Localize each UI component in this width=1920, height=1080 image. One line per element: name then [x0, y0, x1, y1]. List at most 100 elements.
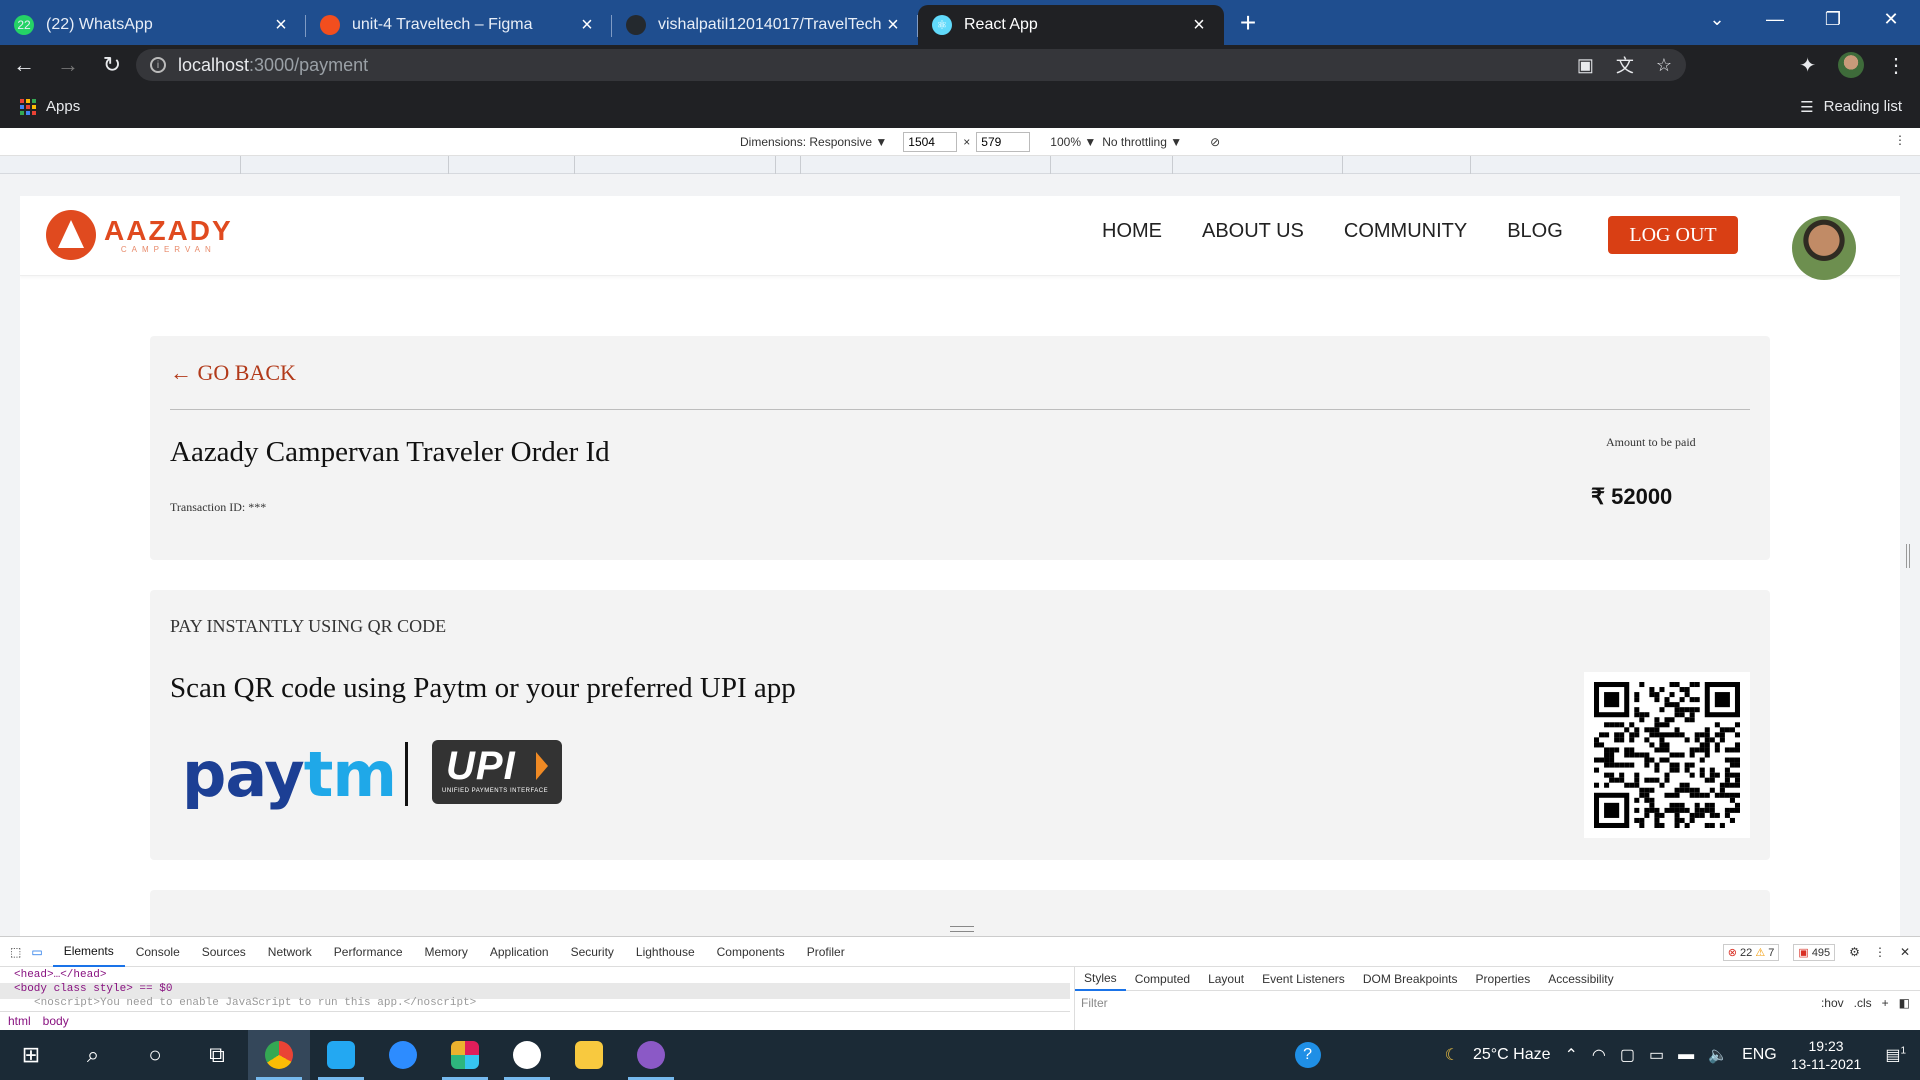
cls-toggle[interactable]: .cls — [1854, 996, 1872, 1010]
help-icon[interactable]: ? — [1294, 1042, 1321, 1068]
styles-subtab-layout[interactable]: Layout — [1199, 967, 1253, 991]
back-icon[interactable]: ← — [4, 45, 44, 85]
device-toggle-icon[interactable]: ▭ — [31, 945, 42, 959]
weather-icon[interactable]: ☾ — [1445, 1045, 1459, 1065]
clock[interactable]: 19:23 13-11-2021 — [1791, 1037, 1862, 1073]
extensions-icon[interactable]: ✦ — [1799, 53, 1816, 78]
file-explorer-taskbar-icon[interactable] — [558, 1030, 620, 1080]
styles-subtab-dom-breakpoints[interactable]: DOM Breakpoints — [1354, 967, 1467, 991]
browser-tab[interactable]: 22 (22) WhatsApp × — [0, 5, 306, 45]
devtools-tab-application[interactable]: Application — [479, 937, 560, 967]
apps-bookmark[interactable]: Apps — [46, 98, 80, 115]
error-warning-badge[interactable]: ⊗ 22 ⚠ 7 — [1722, 943, 1780, 961]
weather-text[interactable]: 25°C Haze — [1473, 1046, 1551, 1064]
github-desktop-taskbar-icon[interactable] — [620, 1030, 682, 1080]
search-icon[interactable]: ⌕ — [62, 1030, 124, 1080]
devtools-tab-memory[interactable]: Memory — [414, 937, 479, 967]
zoom-taskbar-icon[interactable] — [372, 1030, 434, 1080]
minimize-icon[interactable]: — — [1746, 0, 1804, 38]
go-back-link[interactable]: ← GO BACK — [170, 360, 296, 386]
slack-taskbar-icon[interactable] — [434, 1030, 496, 1080]
filter-input[interactable]: Filter — [1081, 996, 1108, 1010]
styles-subtab-styles[interactable]: Styles — [1075, 967, 1126, 991]
devtools-tab-elements[interactable]: Elements — [52, 937, 125, 967]
bookmark-star-icon[interactable]: ☆ — [1656, 55, 1672, 76]
nav-home[interactable]: HOME — [1102, 220, 1162, 243]
rotate-icon[interactable]: ⊘ — [1210, 135, 1220, 149]
nav-about-us[interactable]: ABOUT US — [1202, 220, 1304, 243]
device-width-input[interactable] — [903, 132, 958, 152]
battery-icon[interactable]: ▬ — [1678, 1046, 1694, 1064]
tab-search-icon[interactable]: ⌄ — [1688, 0, 1746, 38]
devtools-tab-network[interactable]: Network — [257, 937, 323, 967]
styles-subtab-computed[interactable]: Computed — [1126, 967, 1199, 991]
devtools-tab-performance[interactable]: Performance — [323, 937, 414, 967]
issues-badge[interactable]: ▣ 495 — [1793, 943, 1836, 961]
tray-chevron-icon[interactable]: ⌃ — [1565, 1045, 1578, 1065]
blocked-popup-icon[interactable]: ▣ — [1577, 55, 1594, 76]
menu-kebab-icon[interactable]: ⋮ — [1886, 53, 1906, 78]
brand-logo[interactable]: AAZADY CAMPERVAN — [46, 210, 233, 260]
browser-tab[interactable]: ⚛ React App × — [918, 5, 1224, 45]
hov-toggle[interactable]: :hov — [1821, 996, 1844, 1010]
new-tab-button[interactable]: + — [1228, 3, 1268, 43]
mongodb-taskbar-icon[interactable] — [496, 1030, 558, 1080]
zoom-select[interactable]: 100% ▼ — [1050, 135, 1096, 149]
cortana-icon[interactable]: ○ — [124, 1030, 186, 1080]
devtools-tab-security[interactable]: Security — [560, 937, 625, 967]
media-query-ruler[interactable] — [0, 156, 1920, 174]
address-bar[interactable]: i localhost:3000/payment ▣ 文 ☆ — [136, 49, 1686, 81]
devtools-close-icon[interactable]: ✕ — [1900, 945, 1910, 959]
logout-button[interactable]: LOG OUT — [1608, 216, 1738, 254]
dom-noscript-line[interactable]: <noscript>You need to enable JavaScript … — [0, 997, 476, 1007]
styles-subtab-accessibility[interactable]: Accessibility — [1539, 967, 1622, 991]
forward-icon[interactable]: → — [48, 45, 88, 85]
devtools-tab-profiler[interactable]: Profiler — [796, 937, 856, 967]
chrome-taskbar-icon[interactable] — [248, 1030, 310, 1080]
user-avatar[interactable] — [1792, 216, 1856, 280]
network-icon[interactable]: ◠ — [1592, 1045, 1606, 1065]
close-window-icon[interactable]: ✕ — [1862, 0, 1920, 38]
viewport-resize-handle[interactable] — [1906, 544, 1910, 568]
translate-icon[interactable]: 文 — [1616, 52, 1634, 78]
language-indicator[interactable]: ENG — [1742, 1046, 1777, 1064]
throttling-select[interactable]: No throttling ▼ — [1102, 135, 1182, 149]
site-info-icon[interactable]: i — [150, 57, 166, 73]
styles-subtab-properties[interactable]: Properties — [1467, 967, 1540, 991]
display-icon[interactable]: ▭ — [1649, 1045, 1664, 1065]
meet-now-icon[interactable]: ▢ — [1620, 1045, 1635, 1065]
close-tab-icon[interactable]: × — [1188, 14, 1210, 37]
task-view-icon[interactable]: ⧉ — [186, 1030, 248, 1080]
nav-blog[interactable]: BLOG — [1507, 220, 1563, 243]
device-toolbar-more-icon[interactable]: ⋮ — [1894, 133, 1906, 147]
crumb-body[interactable]: body — [43, 1014, 69, 1028]
inspect-element-icon[interactable]: ⬚ — [10, 945, 21, 959]
devtools-tab-sources[interactable]: Sources — [191, 937, 257, 967]
profile-avatar[interactable] — [1838, 52, 1864, 78]
devtools-settings-icon[interactable]: ⚙ — [1849, 945, 1860, 959]
browser-tab[interactable]: vishalpatil12014017/TravelTech × — [612, 5, 918, 45]
notifications-icon[interactable]: ▤1 — [1885, 1045, 1906, 1065]
windows-start-icon[interactable]: ⊞ — [0, 1030, 62, 1080]
device-height-input[interactable] — [976, 132, 1031, 152]
styles-subtab-event-listeners[interactable]: Event Listeners — [1253, 967, 1354, 991]
add-rule-icon[interactable]: + — [1882, 996, 1889, 1010]
devtools-tab-components[interactable]: Components — [706, 937, 796, 967]
computed-sidebar-icon[interactable]: ◧ — [1899, 996, 1910, 1010]
styles-filter[interactable]: Filter :hov .cls + ◧ — [1075, 991, 1920, 1015]
volume-icon[interactable]: 🔈 — [1708, 1045, 1728, 1065]
viewport-bottom-drag-handle[interactable] — [950, 926, 974, 932]
reload-icon[interactable]: ↻ — [92, 45, 132, 85]
devtools-tab-console[interactable]: Console — [125, 937, 191, 967]
apps-grid-icon[interactable] — [20, 98, 36, 115]
devtools-tab-lighthouse[interactable]: Lighthouse — [625, 937, 706, 967]
vscode-taskbar-icon[interactable] — [310, 1030, 372, 1080]
browser-tab[interactable]: unit-4 Traveltech – Figma × — [306, 5, 612, 45]
crumb-html[interactable]: html — [8, 1014, 31, 1028]
close-tab-icon[interactable]: × — [576, 14, 598, 37]
nav-community[interactable]: COMMUNITY — [1344, 220, 1467, 243]
close-tab-icon[interactable]: × — [270, 14, 292, 37]
restore-icon[interactable]: ❐ — [1804, 0, 1862, 38]
close-tab-icon[interactable]: × — [882, 14, 904, 37]
reading-list-button[interactable]: ☰ Reading list — [1800, 85, 1902, 128]
